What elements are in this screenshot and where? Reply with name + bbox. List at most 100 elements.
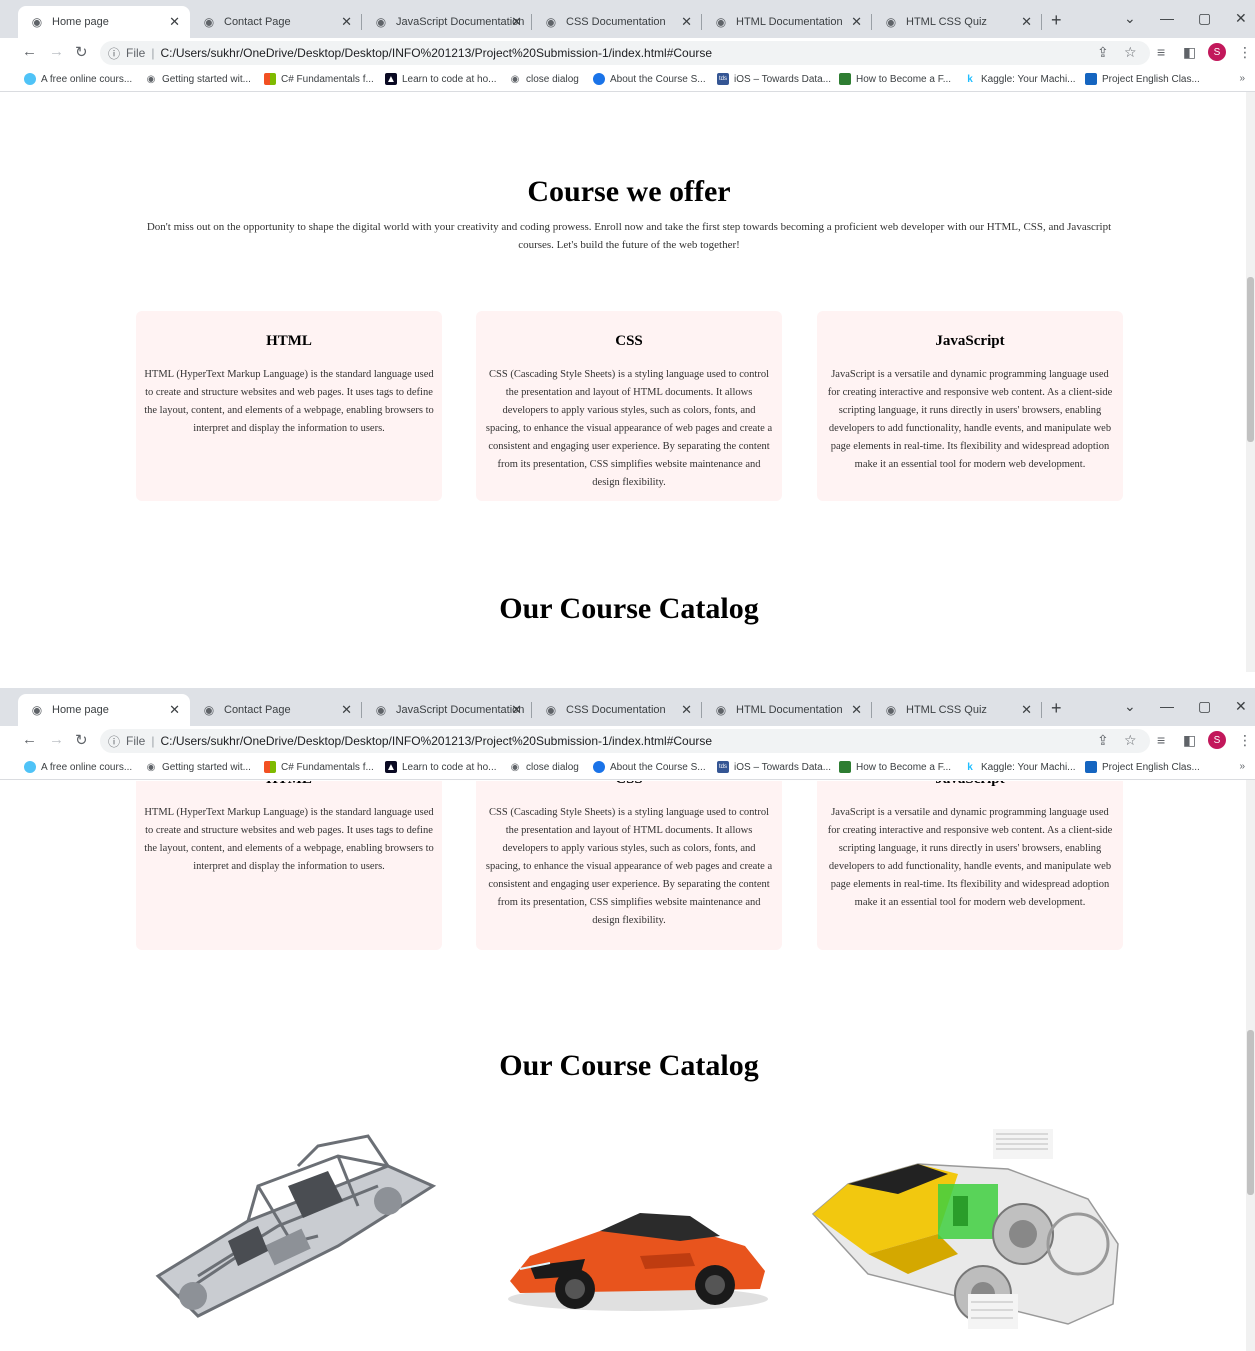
star-icon[interactable]: ☆ xyxy=(1124,732,1137,749)
globe-icon: ◉ xyxy=(545,15,557,29)
share-icon[interactable]: ⇪ xyxy=(1097,44,1109,61)
bookmark-item[interactable]: About the Course S... xyxy=(593,73,706,85)
tab-css-documentation[interactable]: ◉ CSS Documentation ✕ xyxy=(532,6,702,38)
minimize-icon[interactable]: — xyxy=(1160,698,1174,714)
profile-avatar[interactable]: S xyxy=(1208,731,1226,749)
reload-icon[interactable]: ↻ xyxy=(75,731,88,749)
close-icon[interactable]: ✕ xyxy=(341,702,352,718)
card-text: CSS (Cascading Style Sheets) is a stylin… xyxy=(485,807,773,926)
tab-javascript-documentation[interactable]: ◉ JavaScript Documentation ✕ xyxy=(362,6,532,38)
tab-html-css-quiz[interactable]: ◉ HTML CSS Quiz ✕ xyxy=(872,694,1042,726)
tab-title: Contact Page xyxy=(224,16,291,28)
bookmark-item[interactable]: ▲ Learn to code at ho... xyxy=(385,73,497,85)
side-panel-icon[interactable]: ◧ xyxy=(1183,44,1196,61)
bookmarks-more-icon[interactable]: » xyxy=(1239,761,1245,772)
close-icon[interactable]: ✕ xyxy=(1021,702,1032,718)
shield-icon xyxy=(593,73,605,85)
bookmark-item[interactable]: How to Become a F... xyxy=(839,761,951,773)
scrollbar[interactable] xyxy=(1246,92,1255,672)
globe-icon: ◉ xyxy=(146,761,156,773)
close-icon[interactable]: ✕ xyxy=(511,702,522,718)
yellow-cutaway-car-image[interactable] xyxy=(808,1124,1123,1349)
bookmark-item[interactable]: Project English Clas... xyxy=(1085,73,1200,85)
menu-kebab-icon[interactable]: ⋮ xyxy=(1238,44,1252,61)
bookmark-item[interactable]: k Kaggle: Your Machi... xyxy=(964,73,1075,85)
tab-html-documentation[interactable]: ◉ HTML Documentation ✕ xyxy=(702,694,872,726)
bookmark-item[interactable]: ◉ close dialog xyxy=(509,73,579,85)
bookmark-item[interactable]: Project English Clas... xyxy=(1085,761,1200,773)
close-icon[interactable]: ✕ xyxy=(851,702,862,718)
bookmark-item[interactable]: C# Fundamentals f... xyxy=(264,73,374,85)
new-tab-icon[interactable]: + xyxy=(1051,10,1062,31)
address-bar[interactable]: ⓘ File | C:/Users/sukhr/OneDrive/Desktop… xyxy=(100,729,1150,753)
scrollbar[interactable] xyxy=(1246,780,1255,1351)
tab-search-chevron-icon[interactable]: ⌄ xyxy=(1124,698,1136,715)
tab-title: HTML Documentation xyxy=(736,16,843,28)
star-icon[interactable]: ☆ xyxy=(1124,44,1137,61)
bookmark-item[interactable]: ◉ Getting started wit... xyxy=(145,73,251,85)
tab-search-chevron-icon[interactable]: ⌄ xyxy=(1124,10,1136,27)
minimize-icon[interactable]: — xyxy=(1160,10,1174,26)
restore-icon[interactable]: ▢ xyxy=(1198,10,1211,27)
close-icon[interactable]: ✕ xyxy=(1021,14,1032,30)
reading-list-icon[interactable]: ≡ xyxy=(1157,732,1165,748)
info-icon[interactable]: ⓘ xyxy=(108,45,120,62)
tab-title: Contact Page xyxy=(224,704,291,716)
page-content: Course we offer Don't miss out on the op… xyxy=(0,93,1246,672)
bookmark-icon xyxy=(839,761,851,773)
back-arrow-icon[interactable]: ← xyxy=(22,731,37,748)
close-icon[interactable]: ✕ xyxy=(851,14,862,30)
globe-icon: ◉ xyxy=(545,703,557,717)
bookmark-item[interactable]: ▲ Learn to code at ho... xyxy=(385,761,497,773)
bookmark-item[interactable]: k Kaggle: Your Machi... xyxy=(964,761,1075,773)
bookmark-item[interactable]: A free online cours... xyxy=(24,761,132,773)
info-icon[interactable]: ⓘ xyxy=(108,733,120,750)
bookmark-item[interactable]: ◉ close dialog xyxy=(509,761,579,773)
new-tab-icon[interactable]: + xyxy=(1051,698,1062,719)
close-icon[interactable]: ✕ xyxy=(341,14,352,30)
url-text[interactable]: C:/Users/sukhr/OneDrive/Desktop/Desktop/… xyxy=(160,734,712,748)
close-icon[interactable]: ✕ xyxy=(681,702,692,718)
side-panel-icon[interactable]: ◧ xyxy=(1183,732,1196,749)
tab-html-css-quiz[interactable]: ◉ HTML CSS Quiz ✕ xyxy=(872,6,1042,38)
bookmark-item[interactable]: ◉ Getting started wit... xyxy=(145,761,251,773)
tab-home-page[interactable]: ◉ Home page ✕ xyxy=(18,694,190,726)
tab-css-documentation[interactable]: ◉ CSS Documentation ✕ xyxy=(532,694,702,726)
bookmarks-more-icon[interactable]: » xyxy=(1239,73,1245,84)
tab-contact-page[interactable]: ◉ Contact Page ✕ xyxy=(190,694,362,726)
close-icon[interactable]: ✕ xyxy=(681,14,692,30)
scrollbar-thumb[interactable] xyxy=(1247,1030,1254,1195)
reading-list-icon[interactable]: ≡ xyxy=(1157,44,1165,60)
scrollbar-thumb[interactable] xyxy=(1247,277,1254,442)
tab-title: HTML CSS Quiz xyxy=(906,704,987,716)
bookmark-item[interactable]: About the Course S... xyxy=(593,761,706,773)
window-close-icon[interactable]: ✕ xyxy=(1235,10,1247,27)
bookmark-item[interactable]: C# Fundamentals f... xyxy=(264,761,374,773)
tab-home-page[interactable]: ◉ Home page ✕ xyxy=(18,6,190,38)
share-icon[interactable]: ⇪ xyxy=(1097,732,1109,749)
forward-arrow-icon[interactable]: → xyxy=(49,731,64,748)
close-icon[interactable]: ✕ xyxy=(511,14,522,30)
close-icon[interactable]: ✕ xyxy=(169,14,180,30)
close-icon[interactable]: ✕ xyxy=(169,702,180,718)
tab-title: HTML Documentation xyxy=(736,704,843,716)
window-close-icon[interactable]: ✕ xyxy=(1235,698,1247,715)
bookmark-item[interactable]: How to Become a F... xyxy=(839,73,951,85)
bookmark-item[interactable]: tds iOS – Towards Data... xyxy=(717,73,831,85)
menu-kebab-icon[interactable]: ⋮ xyxy=(1238,732,1252,749)
tab-html-documentation[interactable]: ◉ HTML Documentation ✕ xyxy=(702,6,872,38)
orange-sports-car-image[interactable] xyxy=(490,1171,785,1321)
tab-contact-page[interactable]: ◉ Contact Page ✕ xyxy=(190,6,362,38)
url-text[interactable]: C:/Users/sukhr/OneDrive/Desktop/Desktop/… xyxy=(160,46,712,60)
car-chassis-image[interactable] xyxy=(138,1126,450,1326)
restore-icon[interactable]: ▢ xyxy=(1198,698,1211,715)
profile-avatar[interactable]: S xyxy=(1208,43,1226,61)
address-bar[interactable]: ⓘ File | C:/Users/sukhr/OneDrive/Desktop… xyxy=(100,41,1150,65)
globe-icon: ◉ xyxy=(146,73,156,85)
back-arrow-icon[interactable]: ← xyxy=(22,43,37,60)
forward-arrow-icon[interactable]: → xyxy=(49,43,64,60)
reload-icon[interactable]: ↻ xyxy=(75,43,88,61)
bookmark-item[interactable]: tds iOS – Towards Data... xyxy=(717,761,831,773)
tab-javascript-documentation[interactable]: ◉ JavaScript Documentation ✕ xyxy=(362,694,532,726)
bookmark-item[interactable]: A free online cours... xyxy=(24,73,132,85)
